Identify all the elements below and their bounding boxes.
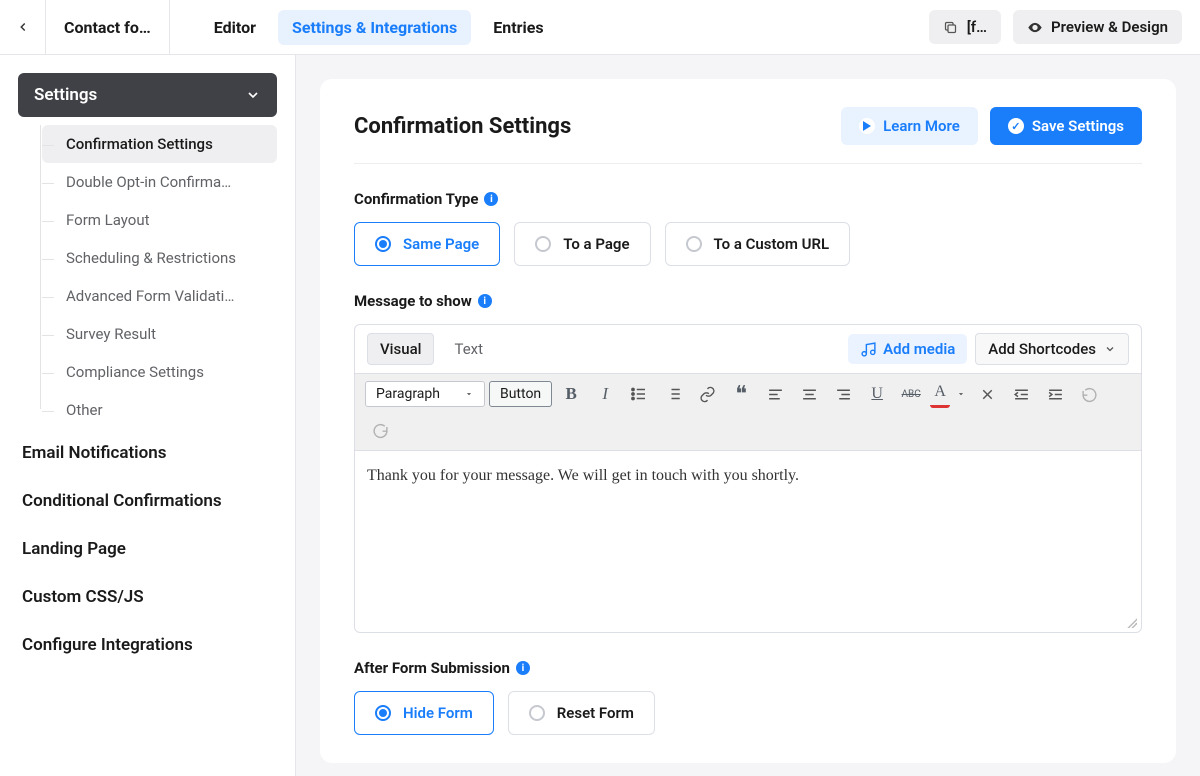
topbar: Contact fo… Editor Settings & Integratio… (0, 0, 1200, 55)
info-icon[interactable]: i (516, 661, 530, 675)
sidebar: Settings Confirmation Settings Double Op… (0, 55, 296, 776)
resize-handle[interactable] (355, 620, 1141, 632)
preview-design-button[interactable]: Preview & Design (1013, 10, 1182, 44)
subitem-confirmation-settings[interactable]: Confirmation Settings (42, 125, 277, 163)
info-icon[interactable]: i (484, 192, 498, 206)
confirmation-type-label: Confirmation Type i (354, 190, 1142, 208)
tab-settings[interactable]: Settings & Integrations (278, 10, 471, 45)
text-color-caret-icon[interactable] (954, 380, 968, 408)
radio-icon (686, 236, 702, 252)
numbered-list-icon[interactable] (658, 380, 688, 408)
radio-icon (535, 236, 551, 252)
undo-icon[interactable] (1074, 380, 1104, 408)
radio-icon (529, 705, 545, 721)
back-button[interactable] (0, 0, 46, 54)
message-to-show-label: Message to show i (354, 292, 1142, 310)
option-reset-form[interactable]: Reset Form (508, 691, 655, 735)
section-conditional-confirmations[interactable]: Conditional Confirmations (18, 477, 277, 525)
redo-icon[interactable] (365, 416, 395, 444)
chevron-down-icon (245, 87, 261, 103)
subitem-survey-result[interactable]: Survey Result (42, 315, 277, 353)
option-to-custom-url[interactable]: To a Custom URL (665, 222, 851, 266)
radio-icon (375, 236, 391, 252)
section-email-notifications[interactable]: Email Notifications (18, 429, 277, 477)
bullet-list-icon[interactable] (624, 380, 654, 408)
clear-format-icon[interactable] (972, 380, 1002, 408)
strikethrough-icon[interactable]: ABC (896, 380, 926, 408)
add-shortcodes-button[interactable]: Add Shortcodes (975, 333, 1129, 365)
option-hide-form[interactable]: Hide Form (354, 691, 494, 735)
link-icon[interactable] (692, 380, 722, 408)
subitem-compliance[interactable]: Compliance Settings (42, 353, 277, 391)
editor-toolbar: Paragraph Button B I ❝ (355, 373, 1141, 450)
editor-tab-visual[interactable]: Visual (367, 333, 434, 365)
subitem-scheduling[interactable]: Scheduling & Restrictions (42, 239, 277, 277)
check-icon: ✓ (1008, 118, 1024, 134)
sidebar-header-settings[interactable]: Settings (18, 73, 277, 117)
media-icon (860, 341, 877, 358)
caret-down-icon (464, 389, 474, 399)
info-icon[interactable]: i (478, 294, 492, 308)
editor-top-row: Visual Text Add media Add Shortcodes (355, 325, 1141, 373)
settings-card: Confirmation Settings Learn More ✓ Save … (320, 79, 1176, 763)
section-custom-css-js[interactable]: Custom CSS/JS (18, 573, 277, 621)
align-right-icon[interactable] (828, 380, 858, 408)
top-tabs: Editor Settings & Integrations Entries (170, 0, 558, 54)
section-configure-integrations[interactable]: Configure Integrations (18, 621, 277, 669)
copy-icon (943, 19, 959, 35)
text-color-icon[interactable]: A (930, 380, 950, 408)
button-insert[interactable]: Button (489, 381, 552, 407)
option-same-page[interactable]: Same Page (354, 222, 500, 266)
eye-icon (1027, 19, 1043, 35)
page-title: Confirmation Settings (354, 114, 571, 139)
editor-body[interactable]: Thank you for your message. We will get … (355, 450, 1141, 620)
italic-icon[interactable]: I (590, 380, 620, 408)
after-submission-options: Hide Form Reset Form (354, 691, 1142, 735)
after-submission-label: After Form Submission i (354, 659, 1142, 677)
bold-icon[interactable]: B (556, 380, 586, 408)
subitem-double-optin[interactable]: Double Opt-in Confirma… (42, 163, 277, 201)
save-settings-button[interactable]: ✓ Save Settings (990, 107, 1142, 145)
editor-tab-text[interactable]: Text (442, 334, 495, 364)
tab-entries[interactable]: Entries (479, 10, 557, 45)
form-title: Contact fo… (46, 0, 170, 54)
underline-icon[interactable]: U (862, 380, 892, 408)
subitem-other[interactable]: Other (42, 391, 277, 429)
learn-more-button[interactable]: Learn More (841, 107, 978, 145)
indent-icon[interactable] (1040, 380, 1070, 408)
align-center-icon[interactable] (794, 380, 824, 408)
message-editor: Visual Text Add media Add Shortcodes Par… (354, 324, 1142, 633)
subitem-form-layout[interactable]: Form Layout (42, 201, 277, 239)
outdent-icon[interactable] (1006, 380, 1036, 408)
radio-icon (375, 705, 391, 721)
section-landing-page[interactable]: Landing Page (18, 525, 277, 573)
quote-icon[interactable]: ❝ (726, 380, 756, 408)
settings-subnav: Confirmation Settings Double Opt-in Conf… (18, 125, 277, 429)
chevron-down-icon (1104, 343, 1116, 355)
subitem-advanced-validation[interactable]: Advanced Form Validati… (42, 277, 277, 315)
content-area: Confirmation Settings Learn More ✓ Save … (296, 55, 1200, 776)
play-icon (859, 118, 875, 134)
copy-button[interactable]: [f… (929, 10, 1001, 44)
format-select[interactable]: Paragraph (365, 381, 485, 407)
align-left-icon[interactable] (760, 380, 790, 408)
tab-editor[interactable]: Editor (200, 10, 270, 45)
chevron-left-icon (16, 20, 30, 34)
option-to-a-page[interactable]: To a Page (514, 222, 650, 266)
confirmation-type-options: Same Page To a Page To a Custom URL (354, 222, 1142, 266)
add-media-button[interactable]: Add media (848, 334, 967, 364)
